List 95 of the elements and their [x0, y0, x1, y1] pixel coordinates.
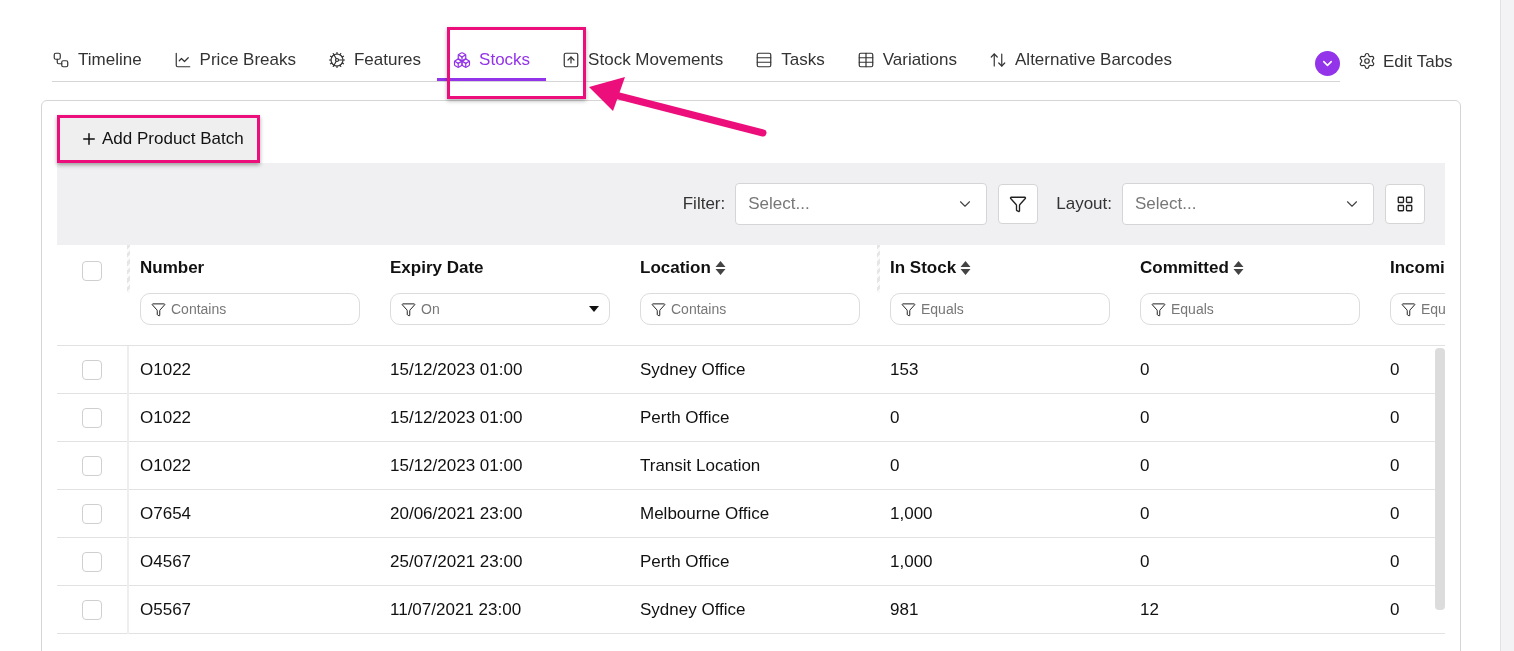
boxes-icon — [453, 50, 472, 69]
table-cell: 11/07/2021 23:00 — [390, 599, 522, 619]
column-filter-field[interactable]: Equals — [890, 293, 1110, 325]
table-cell: Perth Office — [640, 407, 730, 427]
tab[interactable]: Tasks — [739, 41, 841, 81]
table-cell: 1,000 — [890, 551, 933, 571]
table-cell: 0 — [890, 455, 900, 475]
sort-icon — [1232, 260, 1244, 276]
table-cell: 15/12/2023 01:00 — [390, 407, 523, 427]
table-cell: O4567 — [140, 551, 192, 571]
table-cell: 0 — [1390, 599, 1400, 619]
table-cell: 0 — [1390, 359, 1400, 379]
table-cell: O1022 — [140, 455, 192, 475]
table-cell: 0 — [1390, 551, 1400, 571]
table-cell: Perth Office — [640, 551, 730, 571]
checkbox[interactable] — [82, 503, 102, 524]
table-icon — [856, 50, 875, 69]
expand-button[interactable] — [1315, 51, 1340, 76]
layout-label: Layout: — [1056, 193, 1112, 216]
table-cell: O1022 — [140, 359, 192, 379]
tab[interactable]: Alternative Barcodes — [973, 41, 1188, 81]
table-cell: O1022 — [140, 407, 192, 427]
checkbox[interactable] — [82, 359, 102, 380]
column-filter-field[interactable]: Equ — [1390, 293, 1445, 325]
grid-icon — [1396, 195, 1414, 213]
column-filter-field[interactable]: On — [390, 293, 610, 325]
table-cell: O7654 — [140, 503, 192, 523]
column-header[interactable]: Number — [140, 255, 205, 281]
filter-icon — [1009, 195, 1028, 213]
column-filter-field[interactable]: Contains — [640, 293, 860, 325]
table-cell: 0 — [1390, 407, 1400, 427]
table-cell: Sydney Office — [640, 599, 746, 619]
column-header[interactable]: In Stock — [890, 255, 957, 281]
filter-icon — [151, 301, 166, 317]
table-cell: 981 — [890, 599, 919, 619]
checkbox[interactable] — [82, 261, 102, 281]
column-header[interactable]: Incomi — [1390, 255, 1445, 281]
sort-icon — [714, 260, 726, 276]
table-cell: 0 — [1140, 551, 1150, 571]
table-cell: Melbourne Office — [640, 503, 770, 523]
checkbox[interactable] — [82, 407, 102, 428]
table-cell: O5567 — [140, 599, 192, 619]
table-cell: 0 — [1140, 359, 1150, 379]
filter-icon — [1401, 301, 1416, 317]
table-cell: 1,000 — [890, 503, 933, 523]
column-header[interactable]: Expiry Date — [390, 255, 484, 281]
tab[interactable]: Timeline — [52, 41, 158, 81]
filter-icon — [1151, 301, 1166, 317]
table-cell: 0 — [1140, 407, 1150, 427]
table-cell: 0 — [1140, 455, 1150, 475]
table-cell: 20/06/2021 23:00 — [390, 503, 523, 523]
flow-icon — [52, 50, 70, 69]
checkbox[interactable] — [82, 551, 102, 572]
checkbox[interactable] — [82, 455, 102, 476]
filter-button[interactable] — [998, 184, 1039, 224]
table-cell: 12 — [1140, 599, 1159, 619]
table-cell: 25/07/2021 23:00 — [390, 551, 523, 571]
layout-select[interactable]: Select... — [1122, 183, 1374, 225]
filter-select[interactable]: Select... — [735, 183, 988, 225]
sort-icon — [989, 50, 1008, 69]
column-filter-field[interactable]: Equals — [1140, 293, 1360, 325]
table-cell: 153 — [890, 359, 919, 379]
table-cell: 0 — [1390, 503, 1400, 523]
column-header[interactable]: Committed — [1140, 255, 1229, 281]
table-cell: 15/12/2023 01:00 — [390, 455, 523, 475]
chart-icon — [173, 50, 192, 69]
filter-label: Filter: — [682, 193, 726, 216]
tab[interactable]: Stocks — [437, 41, 547, 81]
filter-icon — [901, 301, 916, 317]
rows-icon — [755, 50, 774, 69]
gears-icon — [328, 50, 346, 69]
sort-icon — [960, 260, 972, 276]
edit-tabs-button[interactable]: Edit Tabs — [1358, 48, 1453, 74]
tab[interactable]: Features — [312, 41, 438, 81]
column-header[interactable]: Location — [640, 255, 711, 281]
table-cell: 0 — [1390, 455, 1400, 475]
dropdown-triangle-icon — [589, 306, 599, 312]
add-product-batch-button[interactable]: Add Product Batch — [60, 118, 257, 160]
table-cell: Sydney Office — [640, 359, 746, 379]
column-filter-field[interactable]: Contains — [140, 293, 360, 325]
settings-icon — [1358, 52, 1376, 71]
filter-icon — [651, 301, 666, 317]
plus-icon — [80, 130, 98, 148]
filter-icon — [401, 301, 416, 317]
tab[interactable]: Variations — [840, 41, 974, 81]
checkbox[interactable] — [82, 599, 102, 620]
table-cell: 0 — [1140, 503, 1150, 523]
box-arrows-icon — [562, 50, 581, 69]
table-cell: 0 — [890, 407, 900, 427]
tab[interactable]: Stock Movements — [546, 41, 740, 81]
table-cell: Transit Location — [640, 455, 761, 475]
layout-button[interactable] — [1385, 184, 1425, 224]
tab[interactable]: Price Breaks — [157, 41, 312, 81]
table-cell: 15/12/2023 01:00 — [390, 359, 523, 379]
scrollbar[interactable] — [1435, 348, 1445, 610]
